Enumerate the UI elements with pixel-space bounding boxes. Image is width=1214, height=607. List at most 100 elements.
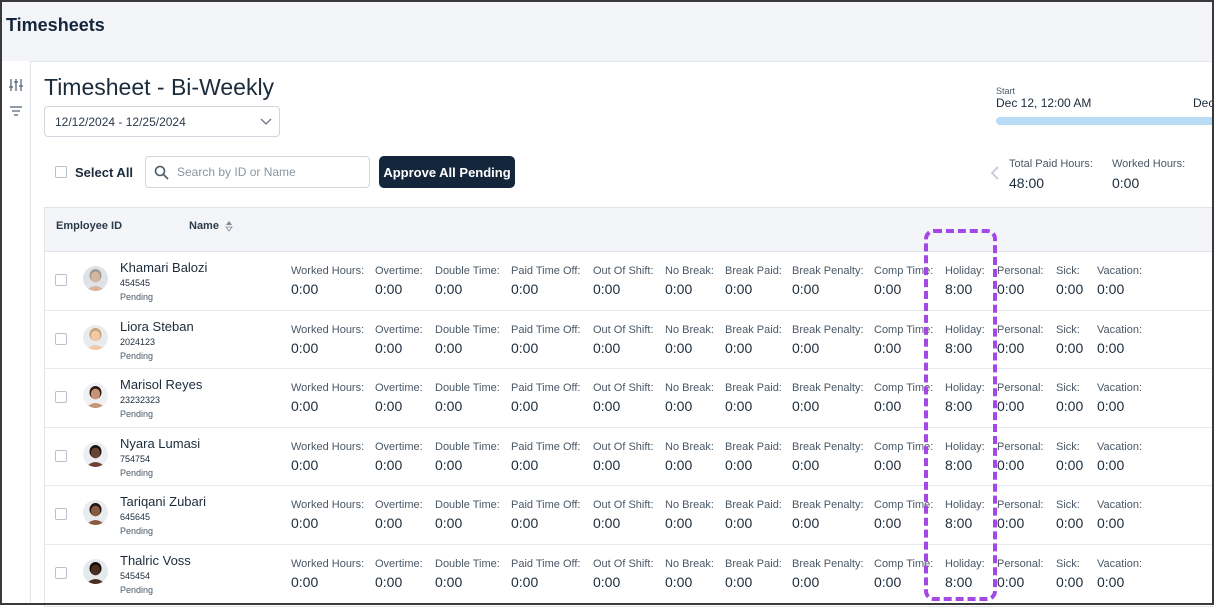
metric-value: 8:00 [945, 398, 973, 415]
metric-value: 0:00 [725, 281, 753, 297]
metric-value: 0:00 [291, 456, 319, 473]
metric-label: Comp Time: [874, 323, 934, 336]
app-title: Timesheets [6, 15, 105, 35]
metric-cell: Worked Hours: 0:00 [291, 441, 364, 474]
row-checkbox[interactable] [55, 391, 67, 404]
avatar [83, 441, 108, 467]
metric-label: Worked Hours: [291, 265, 365, 277]
metric-cell: Personal: 0:00 [997, 265, 1043, 298]
metric-label: Out Of Shift: [593, 558, 654, 570]
metric-value: 0:00 [997, 574, 1025, 590]
metric-cell: Paid Time Off: 0:00 [511, 558, 581, 591]
row-checkbox[interactable] [55, 449, 67, 462]
metric-value: 0:00 [874, 456, 902, 473]
date-range-select[interactable]: 12/12/2024 - 12/25/2024 [44, 106, 280, 137]
metric-label: Holiday: [945, 265, 985, 277]
row-checkbox[interactable] [55, 332, 67, 345]
metric-cell: Overtime: 0:00 [375, 265, 423, 298]
employee-id: 23232323 [120, 395, 161, 406]
metric-cell: Sick: 0:00 [1056, 441, 1083, 474]
metric-value: 0:00 [593, 398, 621, 415]
metric-label: Overtime: [375, 323, 423, 336]
metric-label: Comp Time: [874, 558, 934, 570]
date-range-value: 12/12/2024 - 12/25/2024 [55, 115, 186, 129]
employee-name[interactable]: Liora Steban [120, 319, 194, 334]
approve-all-pending-button[interactable]: Approve All Pending [379, 156, 515, 188]
status-badge: Pending [120, 585, 154, 595]
metric-label: Overtime: [375, 440, 423, 453]
metric-label: Holiday: [945, 499, 985, 512]
chevron-left-icon[interactable] [989, 164, 1001, 182]
metric-cell: Overtime: 0:00 [375, 382, 423, 415]
employee-name[interactable]: Khamari Balozi [120, 260, 207, 275]
header-employee-id[interactable]: Employee ID [56, 220, 122, 232]
metric-label: Double Time: [435, 440, 500, 453]
metric-value: 0:00 [593, 515, 621, 532]
metric-value: 0:00 [665, 398, 693, 415]
metric-label: Vacation: [1097, 499, 1143, 512]
employee-name[interactable]: Tariqani Zubari [120, 494, 206, 509]
page-title: Timesheet - Bi-Weekly [44, 74, 275, 100]
metric-label: Double Time: [435, 382, 500, 395]
metric-label: Personal: [997, 265, 1044, 277]
row-checkbox[interactable] [55, 567, 67, 579]
metric-value: 8:00 [945, 574, 973, 590]
select-all-checkbox[interactable] [55, 166, 67, 178]
metric-value: 0:00 [725, 456, 753, 473]
metric-cell: Sick: 0:00 [1056, 382, 1083, 415]
metric-label: No Break: [665, 558, 714, 570]
metric-cell: Break Paid: 0:00 [725, 499, 782, 532]
metric-cell: Personal: 0:00 [997, 382, 1043, 415]
metric-cell: Comp Time: 0:00 [874, 382, 933, 415]
metric-cell: Paid Time Off: 0:00 [511, 441, 581, 474]
header-name[interactable]: Name [189, 220, 219, 232]
metric-label: Break Paid: [725, 265, 782, 277]
metric-label: Worked Hours: [291, 440, 365, 453]
employee-name[interactable]: Nyara Lumasi [120, 436, 200, 451]
metric-cell: Vacation: 0:00 [1097, 558, 1142, 591]
metric-cell: Double Time: 0:00 [435, 265, 500, 298]
metric-value: 0:00 [291, 574, 319, 590]
metric-label: No Break: [665, 382, 714, 395]
metric-value: 0:00 [725, 339, 753, 356]
metric-label: Holiday: [945, 558, 985, 570]
employee-name[interactable]: Marisol Reyes [120, 377, 202, 392]
metric-cell: Break Paid: 0:00 [725, 382, 782, 415]
metric-cell: Break Penalty: 0:00 [792, 324, 864, 357]
metric-cell: Paid Time Off: 0:00 [511, 499, 581, 532]
metric-value: 0:00 [1056, 281, 1084, 297]
period-end-value: Dec [1193, 96, 1214, 110]
row-checkbox[interactable] [55, 274, 67, 286]
metric-label: Comp Time: [874, 499, 934, 512]
search-box [145, 156, 370, 188]
employee-name[interactable]: Thalric Voss [120, 553, 191, 568]
metric-value: 0:00 [665, 281, 693, 297]
metric-cell: Holiday: 8:00 [945, 558, 985, 591]
sort-icon[interactable] [225, 219, 233, 233]
metric-value: 0:00 [1056, 339, 1084, 356]
metric-cell: Break Penalty: 0:00 [792, 499, 864, 532]
metric-cell: Overtime: 0:00 [375, 558, 423, 591]
row-checkbox[interactable] [55, 508, 67, 521]
filter-icon[interactable] [8, 103, 24, 119]
metric-label: Paid Time Off: [511, 265, 581, 277]
period-progress-bar [996, 117, 1214, 125]
metric-cell: Comp Time: 0:00 [874, 558, 933, 591]
metric-cell: Worked Hours: 0:00 [291, 499, 364, 532]
status-badge: Pending [120, 526, 154, 537]
select-all-label[interactable]: Select All [75, 165, 133, 180]
left-rail [0, 61, 31, 605]
metric-label: Paid Time Off: [511, 499, 581, 512]
metric-cell: Out Of Shift: 0:00 [593, 441, 654, 474]
metric-value: 0:00 [435, 281, 463, 297]
metric-value: 0:00 [435, 515, 463, 532]
metric-value: 8:00 [945, 456, 973, 473]
sliders-icon[interactable] [8, 77, 24, 93]
search-input[interactable] [177, 163, 362, 181]
metric-label: Worked Hours: [291, 323, 365, 336]
search-icon [154, 165, 169, 180]
metric-label: Sick: [1056, 265, 1080, 277]
status-badge: Pending [120, 409, 154, 420]
metric-cell: Break Penalty: 0:00 [792, 441, 864, 474]
metric-value: 0:00 [511, 398, 539, 415]
